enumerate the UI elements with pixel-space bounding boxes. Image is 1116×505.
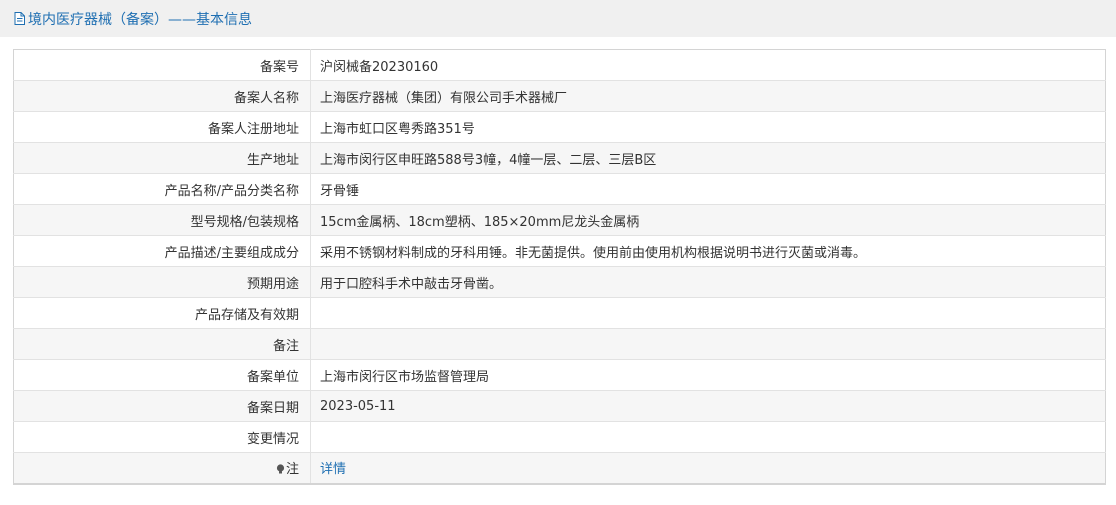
row-value: 牙骨锤 [310, 173, 1106, 205]
row-value: 上海市闵行区市场监督管理局 [310, 359, 1106, 391]
table-row: 产品名称/产品分类名称 牙骨锤 [13, 173, 1106, 205]
row-label: 产品存储及有效期 [13, 297, 311, 329]
row-value: 上海市闵行区申旺路588号3幢，4幢一层、二层、三层B区 [310, 142, 1106, 174]
row-value: 15cm金属柄、18cm塑柄、185×20mm尼龙头金属柄 [310, 204, 1106, 236]
table-row: 备案人名称 上海医疗器械（集团）有限公司手术器械厂 [13, 80, 1106, 112]
row-value: 沪闵械备20230160 [310, 49, 1106, 81]
row-value: 上海市虹口区粤秀路351号 [310, 111, 1106, 143]
table-row-note: 注 详情 [13, 452, 1106, 485]
info-table-container: 备案号 沪闵械备20230160 备案人名称 上海医疗器械（集团）有限公司手术器… [13, 49, 1106, 485]
row-label: 预期用途 [13, 266, 311, 298]
info-table: 备案号 沪闵械备20230160 备案人名称 上海医疗器械（集团）有限公司手术器… [13, 49, 1106, 485]
table-row: 型号规格/包装规格 15cm金属柄、18cm塑柄、185×20mm尼龙头金属柄 [13, 204, 1106, 236]
table-row: 变更情况 [13, 421, 1106, 453]
row-label: 备注 [13, 328, 311, 360]
row-label: 产品描述/主要组成成分 [13, 235, 311, 267]
row-label: 变更情况 [13, 421, 311, 453]
table-row: 备案号 沪闵械备20230160 [13, 49, 1106, 81]
table-row: 产品存储及有效期 [13, 297, 1106, 329]
row-value [310, 421, 1106, 453]
note-value-cell: 详情 [310, 452, 1106, 485]
row-label: 备案人注册地址 [13, 111, 311, 143]
row-value [310, 297, 1106, 329]
table-row: 生产地址 上海市闵行区申旺路588号3幢，4幢一层、二层、三层B区 [13, 142, 1106, 174]
row-label: 生产地址 [13, 142, 311, 174]
note-label-cell: 注 [13, 452, 311, 485]
row-label: 型号规格/包装规格 [13, 204, 311, 236]
row-label: 备案单位 [13, 359, 311, 391]
table-row: 备案日期 2023-05-11 [13, 390, 1106, 422]
row-label: 备案人名称 [13, 80, 311, 112]
bulb-icon [276, 464, 285, 474]
row-value: 2023-05-11 [310, 390, 1106, 422]
row-label: 备案日期 [13, 390, 311, 422]
table-row: 备注 [13, 328, 1106, 360]
note-label: 注 [285, 462, 299, 478]
header-title-link[interactable]: 境内医疗器械（备案）——基本信息 [14, 9, 252, 29]
row-value: 上海医疗器械（集团）有限公司手术器械厂 [310, 80, 1106, 112]
row-label: 备案号 [13, 49, 311, 81]
document-icon [14, 12, 25, 25]
page-header: 境内医疗器械（备案）——基本信息 [0, 0, 1116, 37]
table-row: 产品描述/主要组成成分 采用不锈钢材料制成的牙科用锤。非无菌提供。使用前由使用机… [13, 235, 1106, 267]
row-value: 用于口腔科手术中敲击牙骨凿。 [310, 266, 1106, 298]
details-link[interactable]: 详情 [320, 462, 346, 477]
table-row: 备案人注册地址 上海市虹口区粤秀路351号 [13, 111, 1106, 143]
table-row: 预期用途 用于口腔科手术中敲击牙骨凿。 [13, 266, 1106, 298]
row-label: 产品名称/产品分类名称 [13, 173, 311, 205]
row-value: 采用不锈钢材料制成的牙科用锤。非无菌提供。使用前由使用机构根据说明书进行灭菌或消… [310, 235, 1106, 267]
table-row: 备案单位 上海市闵行区市场监督管理局 [13, 359, 1106, 391]
row-value [310, 328, 1106, 360]
header-title: 境内医疗器械（备案）——基本信息 [28, 11, 252, 28]
